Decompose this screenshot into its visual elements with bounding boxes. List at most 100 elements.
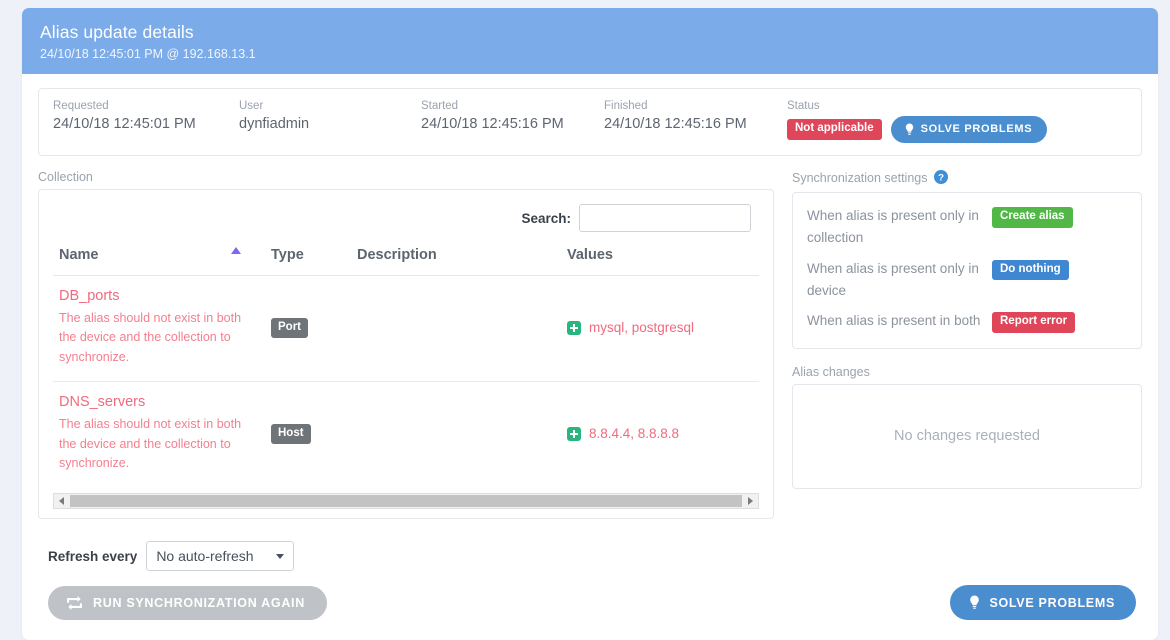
collection-panel: Search: Name Type Description Values DB_… (38, 189, 774, 520)
header-subtitle: 24/10/18 12:45:01 PM @ 192.168.13.1 (40, 47, 256, 61)
add-plus-icon[interactable] (567, 426, 581, 441)
refresh-row: Refresh every No auto-refresh (48, 541, 1142, 572)
lightbulb-icon (905, 123, 913, 135)
sync-rule-row: When alias is present only in device Do … (807, 258, 1127, 302)
search-row: Search: (53, 204, 759, 232)
table-body: DB_ports The alias should not exist in b… (53, 275, 759, 488)
help-icon[interactable]: ? (933, 170, 948, 187)
scrollbar-thumb[interactable] (70, 495, 742, 508)
table-head: Name Type Description Values (53, 243, 759, 276)
info-started-label: Started (421, 100, 459, 112)
collection-label: Collection (38, 170, 93, 184)
cell-name: DB_ports The alias should not exist in b… (53, 275, 265, 383)
info-user-label: User (239, 100, 264, 112)
content-columns: Collection Search: Name Type Description… (38, 170, 1142, 520)
solve-problems-button-bottom[interactable]: SOLVE PROBLEMS (950, 585, 1136, 621)
values-text: 8.8.4.4, 8.8.8.8 (589, 426, 680, 442)
refresh-interval-select[interactable]: No auto-refresh (146, 541, 295, 572)
info-user-value: dynfiadmin (239, 116, 310, 132)
info-requested-value: 24/10/18 12:45:01 PM (53, 116, 196, 132)
sync-rule-badge: Report error (992, 312, 1076, 333)
info-started-value: 24/10/18 12:45:16 PM (421, 116, 564, 132)
search-label: Search: (521, 210, 571, 226)
sync-rule-badge: Do nothing (992, 259, 1069, 281)
alias-update-details-card: Alias update details 24/10/18 12:45:01 P… (22, 8, 1158, 640)
alias-name[interactable]: DB_ports (59, 288, 259, 304)
table-header-row: Name Type Description Values (53, 243, 759, 276)
horizontal-scrollbar[interactable] (53, 493, 759, 510)
column-header-name-label: Name (59, 247, 99, 263)
cell-values: 8.8.4.4, 8.8.8.8 (561, 382, 759, 488)
column-header-description[interactable]: Description (351, 243, 561, 276)
cell-name: DNS_servers The alias should not exist i… (53, 382, 265, 488)
collection-column: Collection Search: Name Type Description… (38, 170, 774, 520)
refresh-label: Refresh every (48, 548, 138, 564)
sync-rule-text: When alias is present only in device (807, 260, 979, 298)
summary-info-strip: Requested 24/10/18 12:45:01 PM User dynf… (38, 88, 1142, 156)
info-started: Started 24/10/18 12:45:16 PM (421, 100, 604, 132)
lightbulb-icon (970, 595, 980, 610)
search-input[interactable] (579, 204, 751, 232)
column-header-type[interactable]: Type (265, 243, 351, 276)
footer-actions: RUN SYNCHRONIZATION AGAIN SOLVE PROBLEMS (48, 585, 1136, 624)
alias-error-note: The alias should not exist in both the d… (59, 311, 242, 364)
run-synchronization-again-button[interactable]: RUN SYNCHRONIZATION AGAIN (48, 585, 327, 620)
run-synchronization-again-label: RUN SYNCHRONIZATION AGAIN (93, 595, 305, 610)
type-badge: Port (271, 317, 308, 339)
solve-problems-button-top[interactable]: SOLVE PROBLEMS (890, 116, 1048, 143)
collection-table: Name Type Description Values DB_ports Th… (53, 243, 759, 487)
page-title: Alias update details (40, 22, 194, 42)
alias-name[interactable]: DNS_servers (59, 394, 259, 410)
add-plus-icon[interactable] (567, 320, 581, 335)
values-wrapper: 8.8.4.4, 8.8.8.8 (567, 426, 753, 441)
alias-changes-label: Alias changes (792, 364, 870, 379)
svg-text:?: ? (938, 173, 944, 184)
table-row[interactable]: DNS_servers The alias should not exist i… (53, 382, 759, 488)
scroll-left-arrow-icon[interactable] (54, 494, 69, 509)
sync-settings-label: Synchronization settings ? (792, 170, 1142, 187)
info-user: User dynfiadmin (239, 100, 421, 132)
table-row[interactable]: DB_ports The alias should not exist in b… (53, 275, 759, 383)
sync-rule-text: When alias is present only in collection (807, 208, 979, 245)
card-header: Alias update details 24/10/18 12:45:01 P… (22, 8, 1158, 74)
sync-rule-row: When alias is present only in collection… (807, 205, 1127, 249)
cell-description (351, 382, 561, 488)
type-badge: Host (271, 423, 311, 445)
card-body: Requested 24/10/18 12:45:01 PM User dynf… (22, 74, 1158, 640)
info-finished-label: Finished (604, 100, 648, 112)
sync-settings-panel: When alias is present only in collection… (792, 192, 1142, 349)
settings-column: Synchronization settings ? When alias is… (792, 170, 1142, 519)
status-badge: Not applicable (787, 119, 882, 140)
cell-values: mysql, postgresql (561, 275, 759, 383)
chevron-down-icon (276, 554, 285, 560)
column-header-name[interactable]: Name (53, 243, 265, 276)
sync-settings-label-text: Synchronization settings (792, 171, 928, 185)
sort-ascending-icon[interactable] (231, 247, 241, 254)
info-finished: Finished 24/10/18 12:45:16 PM (604, 100, 787, 132)
sync-rule-row: When alias is present in both Report err… (807, 310, 1127, 333)
info-requested: Requested 24/10/18 12:45:01 PM (53, 100, 239, 132)
sync-rule-badge-wrap: Create alias (992, 205, 1073, 228)
status-row: Not applicable SOLVE PROBLEMS (787, 116, 1107, 143)
cell-type: Host (265, 382, 351, 488)
cell-type: Port (265, 275, 351, 383)
sync-rule-text: When alias is present in both (807, 313, 981, 329)
column-header-values[interactable]: Values (561, 243, 759, 276)
alias-error-note: The alias should not exist in both the d… (59, 417, 242, 470)
sync-rule-badge-wrap: Do nothing (992, 258, 1069, 281)
info-requested-label: Requested (53, 100, 109, 112)
cell-description (351, 275, 561, 383)
info-status-label: Status (787, 100, 820, 112)
info-status: Status Not applicable SOLVE PROBLEMS (787, 100, 1127, 143)
solve-problems-label-bottom: SOLVE PROBLEMS (989, 595, 1115, 610)
sync-rule-badge: Create alias (992, 207, 1073, 228)
scroll-right-arrow-icon[interactable] (743, 494, 758, 509)
values-wrapper: mysql, postgresql (567, 320, 753, 335)
sync-refresh-icon (67, 595, 82, 610)
alias-changes-empty-text: No changes requested (894, 428, 1040, 445)
solve-problems-label-top: SOLVE PROBLEMS (920, 123, 1033, 135)
values-text: mysql, postgresql (589, 320, 695, 336)
alias-changes-panel: No changes requested (792, 383, 1142, 489)
info-finished-value: 24/10/18 12:45:16 PM (604, 116, 747, 132)
sync-rule-badge-wrap: Report error (992, 310, 1076, 333)
